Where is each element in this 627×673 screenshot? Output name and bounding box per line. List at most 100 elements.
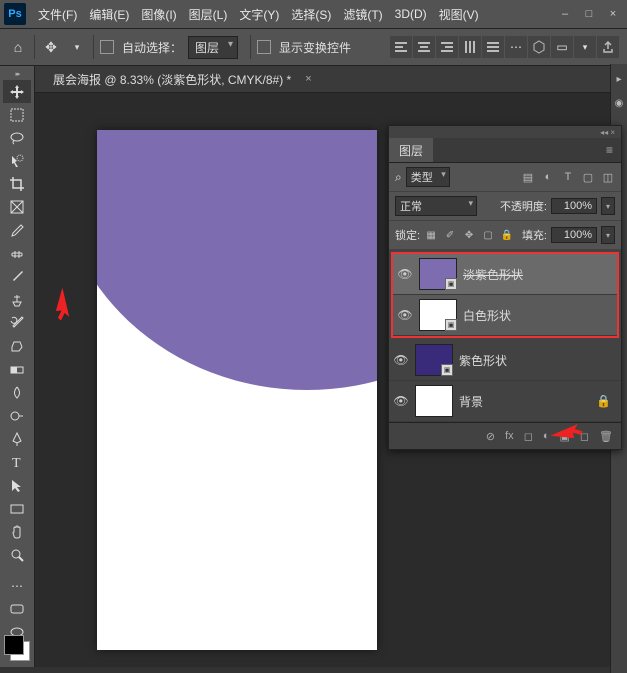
arrange-dropdown-icon[interactable]: ▾ [574,36,596,58]
clone-stamp-tool[interactable] [3,289,31,312]
gradient-tool[interactable] [3,358,31,381]
quick-select-tool[interactable] [3,150,31,173]
lock-transparency-icon[interactable]: ▦ [424,228,438,242]
visibility-icon[interactable]: 👁 [393,393,409,409]
menu-type[interactable]: 文字(Y) [233,6,285,23]
align-icon[interactable] [436,36,458,58]
visibility-icon[interactable]: 👁 [397,266,413,282]
layer-row[interactable]: 👁 ▣ 紫色形状 [389,340,621,381]
share-icon[interactable] [597,36,619,58]
preset-dropdown-icon[interactable]: ▾ [67,37,87,57]
filter-shape-icon[interactable]: ▢ [581,170,595,184]
brush-tool[interactable] [3,265,31,288]
filter-smart-icon[interactable]: ◫ [601,170,615,184]
path-select-tool[interactable] [3,474,31,497]
pen-tool[interactable] [3,428,31,451]
panel-menu-icon[interactable]: ≡ [598,143,621,157]
crop-tool[interactable] [3,173,31,196]
layer-thumbnail[interactable]: ▣ [419,258,457,290]
lasso-tool[interactable] [3,126,31,149]
lock-pixels-icon[interactable]: ✐ [443,228,457,242]
document-canvas[interactable] [97,130,377,650]
filter-type-icon[interactable]: T [561,170,575,184]
layer-name[interactable]: 紫色形状 [459,352,507,369]
filter-pixel-icon[interactable]: ▤ [521,170,535,184]
search-icon[interactable]: ⌕ [395,170,402,185]
lock-all-icon[interactable]: 🔒 [500,228,514,242]
color-panel-icon[interactable]: ◉ [612,96,626,110]
opacity-value[interactable]: 100% [551,198,597,214]
hand-tool[interactable] [3,520,31,543]
layer-name[interactable]: 白色形状 [463,307,511,324]
align-icon[interactable] [390,36,412,58]
menu-layer[interactable]: 图层(L) [183,6,234,23]
blur-tool[interactable] [3,381,31,404]
color-swatch[interactable] [4,635,30,661]
eyedropper-tool[interactable] [3,219,31,242]
arrange-icon[interactable]: ▭ [551,36,573,58]
edit-toolbar-icon[interactable]: ⋯ [3,574,31,597]
layer-fx-icon[interactable]: fx [505,430,514,442]
filter-kind-dropdown[interactable]: 类型 [406,167,450,187]
eraser-tool[interactable] [3,335,31,358]
type-tool[interactable]: T [3,451,31,474]
more-align-icon[interactable]: ⋯ [505,36,527,58]
collapse-dock-icon[interactable]: ▸ [612,72,626,86]
history-brush-tool[interactable] [3,312,31,335]
layer-thumbnail[interactable]: ▣ [419,299,457,331]
layer-name[interactable]: 背景 [459,393,483,410]
move-tool[interactable] [3,80,31,103]
layer-row[interactable]: 👁 ▣ 淡紫色形状 [393,254,617,295]
foreground-color[interactable] [4,635,24,655]
marquee-tool[interactable] [3,103,31,126]
document-tab[interactable]: 展会海报 @ 8.33% (淡紫色形状, CMYK/8#) * [47,71,297,88]
healing-brush-tool[interactable] [3,242,31,265]
frame-tool[interactable] [3,196,31,219]
menu-file[interactable]: 文件(F) [32,6,83,23]
fill-dropdown-icon[interactable]: ▾ [601,226,615,244]
blend-mode-dropdown[interactable]: 正常 [395,196,477,216]
auto-select-checkbox[interactable] [100,40,114,54]
tab-close-icon[interactable]: × [305,73,311,85]
show-transform-checkbox[interactable] [257,40,271,54]
add-mask-icon[interactable]: ◻ [524,430,533,443]
window-maximize[interactable]: □ [579,6,599,22]
menu-select[interactable]: 选择(S) [285,6,337,23]
dodge-tool[interactable] [3,404,31,427]
menu-3d[interactable]: 3D(D) [389,7,433,21]
auto-select-target[interactable]: 图层 [188,36,238,59]
rounded-rect-tool[interactable] [3,598,31,621]
menu-filter[interactable]: 滤镜(T) [337,6,388,23]
distribute-icon[interactable] [459,36,481,58]
window-close[interactable]: × [603,6,623,22]
panel-collapse-bar[interactable]: ◂◂ × [389,126,621,138]
distribute-icon[interactable] [482,36,504,58]
layer-row[interactable]: 👁 ▣ 白色形状 [393,295,617,336]
layer-name[interactable]: 淡紫色形状 [463,266,523,283]
auto-select-label: 自动选择： [122,39,182,56]
lock-artboard-icon[interactable]: ▢ [481,228,495,242]
toolbar-collapse-icon[interactable] [12,70,22,78]
link-layers-icon[interactable]: ⊘ [486,430,495,443]
opacity-dropdown-icon[interactable]: ▾ [601,197,615,215]
zoom-tool[interactable] [3,543,31,566]
filter-adjust-icon[interactable]: ◐ [541,170,555,184]
delete-layer-icon[interactable]: 🗑 [599,430,613,443]
menu-edit[interactable]: 编辑(E) [83,6,135,23]
layer-thumbnail[interactable] [415,385,453,417]
layers-tab[interactable]: 图层 [389,138,433,162]
visibility-icon[interactable]: 👁 [397,307,413,323]
rectangle-tool[interactable] [3,497,31,520]
layer-thumbnail[interactable]: ▣ [415,344,453,376]
3d-mode-icon[interactable] [528,36,550,58]
fill-value[interactable]: 100% [551,227,597,243]
window-minimize[interactable]: – [555,6,575,22]
menu-view[interactable]: 视图(V) [433,6,485,23]
home-icon[interactable]: ⌂ [8,37,28,57]
align-icon[interactable] [413,36,435,58]
layer-row[interactable]: 👁 背景 🔒 [389,381,621,422]
menu-image[interactable]: 图像(I) [135,6,182,23]
lock-position-icon[interactable]: ✥ [462,228,476,242]
visibility-icon[interactable]: 👁 [393,352,409,368]
tool-preset-icon[interactable]: ✥ [41,37,61,57]
